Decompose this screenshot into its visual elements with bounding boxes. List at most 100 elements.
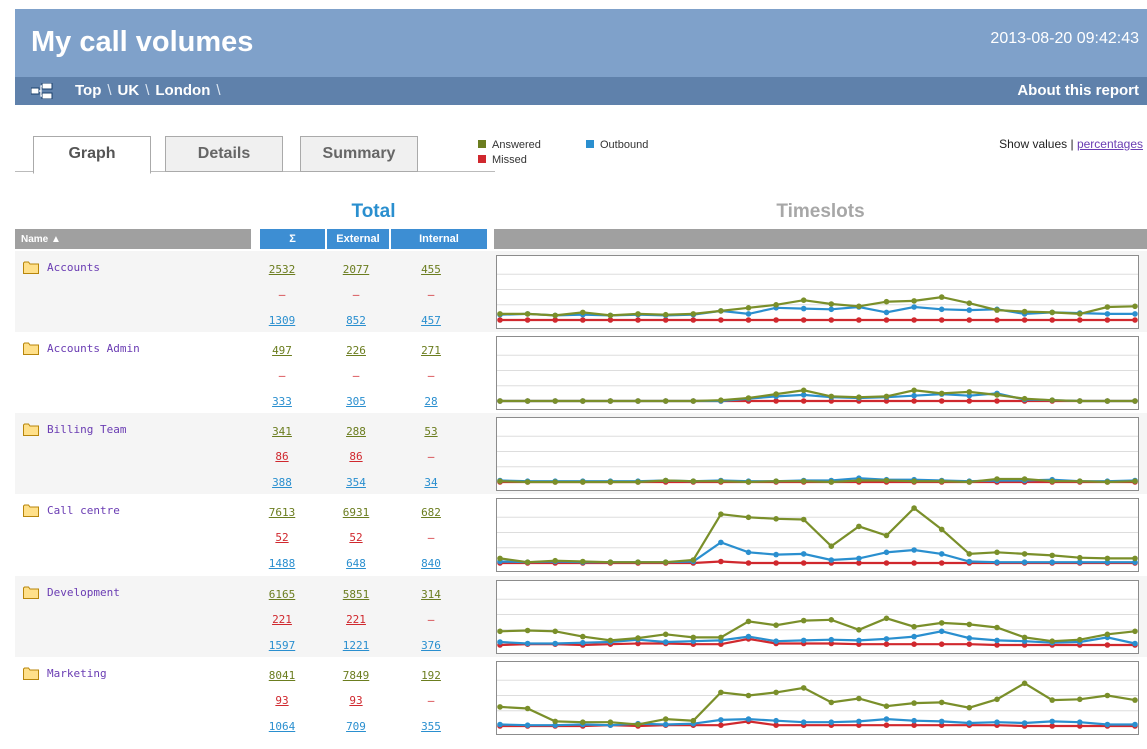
data-point-answered[interactable]	[856, 695, 862, 702]
data-point-answered[interactable]	[718, 511, 724, 517]
data-point-answered[interactable]	[745, 618, 752, 625]
data-point-answered[interactable]	[883, 298, 890, 305]
data-point-answered[interactable]	[524, 311, 531, 317]
data-point-outbound[interactable]	[966, 558, 973, 565]
data-point-answered[interactable]	[497, 628, 503, 635]
data-point-outbound[interactable]	[773, 551, 779, 558]
data-point-missed[interactable]	[580, 317, 586, 323]
data-point-outbound[interactable]	[800, 719, 807, 725]
data-point-answered[interactable]	[1132, 697, 1138, 703]
data-point-answered[interactable]	[883, 615, 890, 622]
data-point-outbound[interactable]	[966, 720, 973, 726]
data-point-answered[interactable]	[635, 311, 641, 317]
data-point-outbound[interactable]	[745, 633, 752, 640]
data-point-missed[interactable]	[1132, 317, 1138, 323]
data-point-outbound[interactable]	[911, 392, 917, 399]
data-point-missed[interactable]	[856, 317, 862, 323]
data-point-answered[interactable]	[1132, 628, 1138, 635]
data-point-answered[interactable]	[938, 294, 945, 300]
data-point-outbound[interactable]	[524, 640, 531, 647]
data-point-missed[interactable]	[1049, 317, 1055, 323]
data-point-answered[interactable]	[662, 398, 669, 404]
data-point-answered[interactable]	[635, 721, 641, 728]
data-point-outbound[interactable]	[1132, 721, 1138, 728]
data-point-answered[interactable]	[994, 549, 1000, 556]
outbound-count[interactable]: 1488	[252, 557, 312, 570]
data-point-outbound[interactable]	[856, 718, 862, 725]
data-point-outbound[interactable]	[938, 718, 945, 725]
data-point-answered[interactable]	[1132, 303, 1138, 310]
data-point-missed[interactable]	[994, 317, 1000, 323]
outbound-count[interactable]: 1309	[252, 314, 312, 327]
data-point-outbound[interactable]	[718, 717, 724, 723]
row-name-label[interactable]: Accounts Admin	[47, 342, 140, 355]
data-point-missed[interactable]	[911, 560, 917, 566]
data-point-outbound[interactable]	[994, 719, 1000, 725]
data-point-outbound[interactable]	[828, 719, 835, 725]
data-point-answered[interactable]	[635, 479, 641, 485]
answered-count[interactable]: 455	[401, 263, 461, 276]
data-point-answered[interactable]	[552, 557, 558, 564]
row-name-label[interactable]: Accounts	[47, 261, 100, 274]
data-point-answered[interactable]	[994, 392, 1000, 398]
data-point-answered[interactable]	[1077, 554, 1083, 561]
data-point-outbound[interactable]	[773, 638, 779, 644]
data-point-answered[interactable]	[635, 635, 641, 641]
answered-count[interactable]: 7613	[252, 506, 312, 519]
answered-count[interactable]: 226	[326, 344, 386, 357]
data-point-answered[interactable]	[635, 559, 641, 565]
data-point-answered[interactable]	[580, 398, 586, 404]
data-point-outbound[interactable]	[552, 640, 558, 647]
data-point-answered[interactable]	[856, 523, 862, 530]
data-point-answered[interactable]	[662, 716, 669, 722]
about-report-link[interactable]: About this report	[1017, 82, 1139, 99]
row-name-label[interactable]: Marketing	[47, 667, 107, 680]
data-point-answered[interactable]	[828, 479, 835, 485]
data-point-answered[interactable]	[718, 634, 724, 641]
data-point-missed[interactable]	[690, 317, 697, 323]
data-point-outbound[interactable]	[1021, 720, 1028, 726]
outbound-count[interactable]: 1064	[252, 720, 312, 733]
data-point-answered[interactable]	[690, 717, 697, 724]
outbound-count[interactable]: 34	[401, 476, 461, 489]
answered-count[interactable]: 53	[401, 425, 461, 438]
data-point-outbound[interactable]	[800, 305, 807, 312]
data-point-missed[interactable]	[966, 317, 973, 323]
data-point-outbound[interactable]	[1021, 559, 1028, 565]
data-point-answered[interactable]	[745, 692, 752, 699]
breadcrumb-item-top[interactable]: Top	[75, 82, 101, 99]
data-point-missed[interactable]	[883, 317, 890, 323]
data-point-answered[interactable]	[580, 633, 586, 640]
data-point-missed[interactable]	[911, 317, 917, 323]
data-point-answered[interactable]	[856, 477, 862, 484]
data-point-missed[interactable]	[800, 560, 807, 566]
data-point-answered[interactable]	[911, 298, 917, 304]
percentages-link[interactable]: percentages	[1077, 137, 1143, 151]
data-point-outbound[interactable]	[800, 551, 807, 557]
breadcrumb-item-uk[interactable]: UK	[118, 82, 140, 99]
data-point-missed[interactable]	[745, 560, 752, 566]
data-point-missed[interactable]	[800, 398, 807, 404]
data-point-answered[interactable]	[911, 623, 917, 630]
data-point-outbound[interactable]	[1132, 311, 1138, 317]
data-point-outbound[interactable]	[662, 639, 669, 645]
hierarchy-icon[interactable]	[30, 82, 53, 100]
data-point-answered[interactable]	[607, 398, 614, 404]
data-point-answered[interactable]	[745, 514, 752, 521]
data-point-answered[interactable]	[1132, 555, 1138, 562]
data-point-answered[interactable]	[1021, 308, 1028, 315]
data-point-answered[interactable]	[1104, 631, 1111, 638]
data-point-missed[interactable]	[635, 317, 641, 323]
answered-count[interactable]: 6165	[252, 588, 312, 601]
data-point-answered[interactable]	[552, 398, 558, 404]
data-point-missed[interactable]	[773, 317, 779, 323]
data-point-answered[interactable]	[883, 532, 890, 539]
data-point-answered[interactable]	[580, 719, 586, 725]
data-point-answered[interactable]	[1077, 311, 1083, 317]
data-point-answered[interactable]	[994, 624, 1000, 631]
missed-count[interactable]: 221	[252, 613, 312, 626]
data-point-outbound[interactable]	[1132, 640, 1138, 647]
data-point-answered[interactable]	[580, 479, 586, 485]
answered-count[interactable]: 2532	[252, 263, 312, 276]
data-point-answered[interactable]	[966, 551, 973, 557]
